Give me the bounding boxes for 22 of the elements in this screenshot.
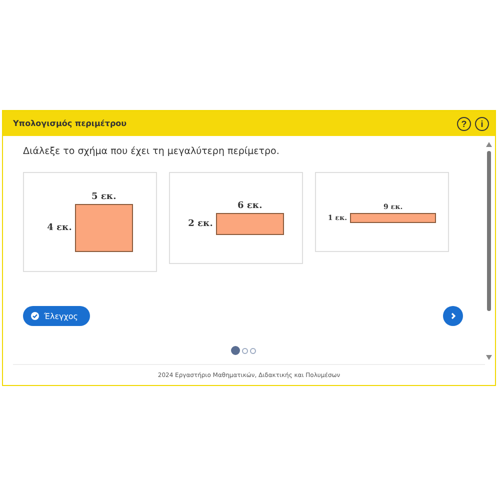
- height-label: 4 εκ.: [47, 223, 72, 233]
- help-button[interactable]: ?: [457, 116, 471, 130]
- shape-option[interactable]: 5 εκ. 4 εκ.: [23, 172, 157, 272]
- rectangle-shape: [74, 204, 133, 252]
- activity-title: Υπολογισμός περιμέτρου: [13, 119, 128, 128]
- chevron-right-icon: [449, 312, 457, 320]
- question-text: Διάλεξε το σχήμα που έχει τη μεγαλύτερη περίμετρο.: [23, 146, 280, 157]
- info-button[interactable]: i: [475, 116, 489, 130]
- check-button[interactable]: Έλεγχος: [23, 306, 90, 326]
- scroll-up-icon[interactable]: [486, 142, 492, 147]
- page-dot[interactable]: [230, 346, 240, 355]
- shape-option[interactable]: 6 εκ. 2 εκ.: [169, 172, 303, 264]
- check-icon: [31, 312, 39, 320]
- scroll-down-icon[interactable]: [486, 355, 492, 360]
- scrollbar-thumb[interactable]: [487, 151, 491, 311]
- width-label: 5 εκ.: [90, 192, 118, 202]
- height-label: 2 εκ.: [188, 219, 213, 229]
- page-dot[interactable]: [242, 348, 248, 354]
- page-dot[interactable]: [250, 348, 256, 354]
- next-button[interactable]: [443, 306, 463, 326]
- width-label: 6 εκ.: [236, 201, 264, 211]
- rectangle-shape: [216, 213, 284, 235]
